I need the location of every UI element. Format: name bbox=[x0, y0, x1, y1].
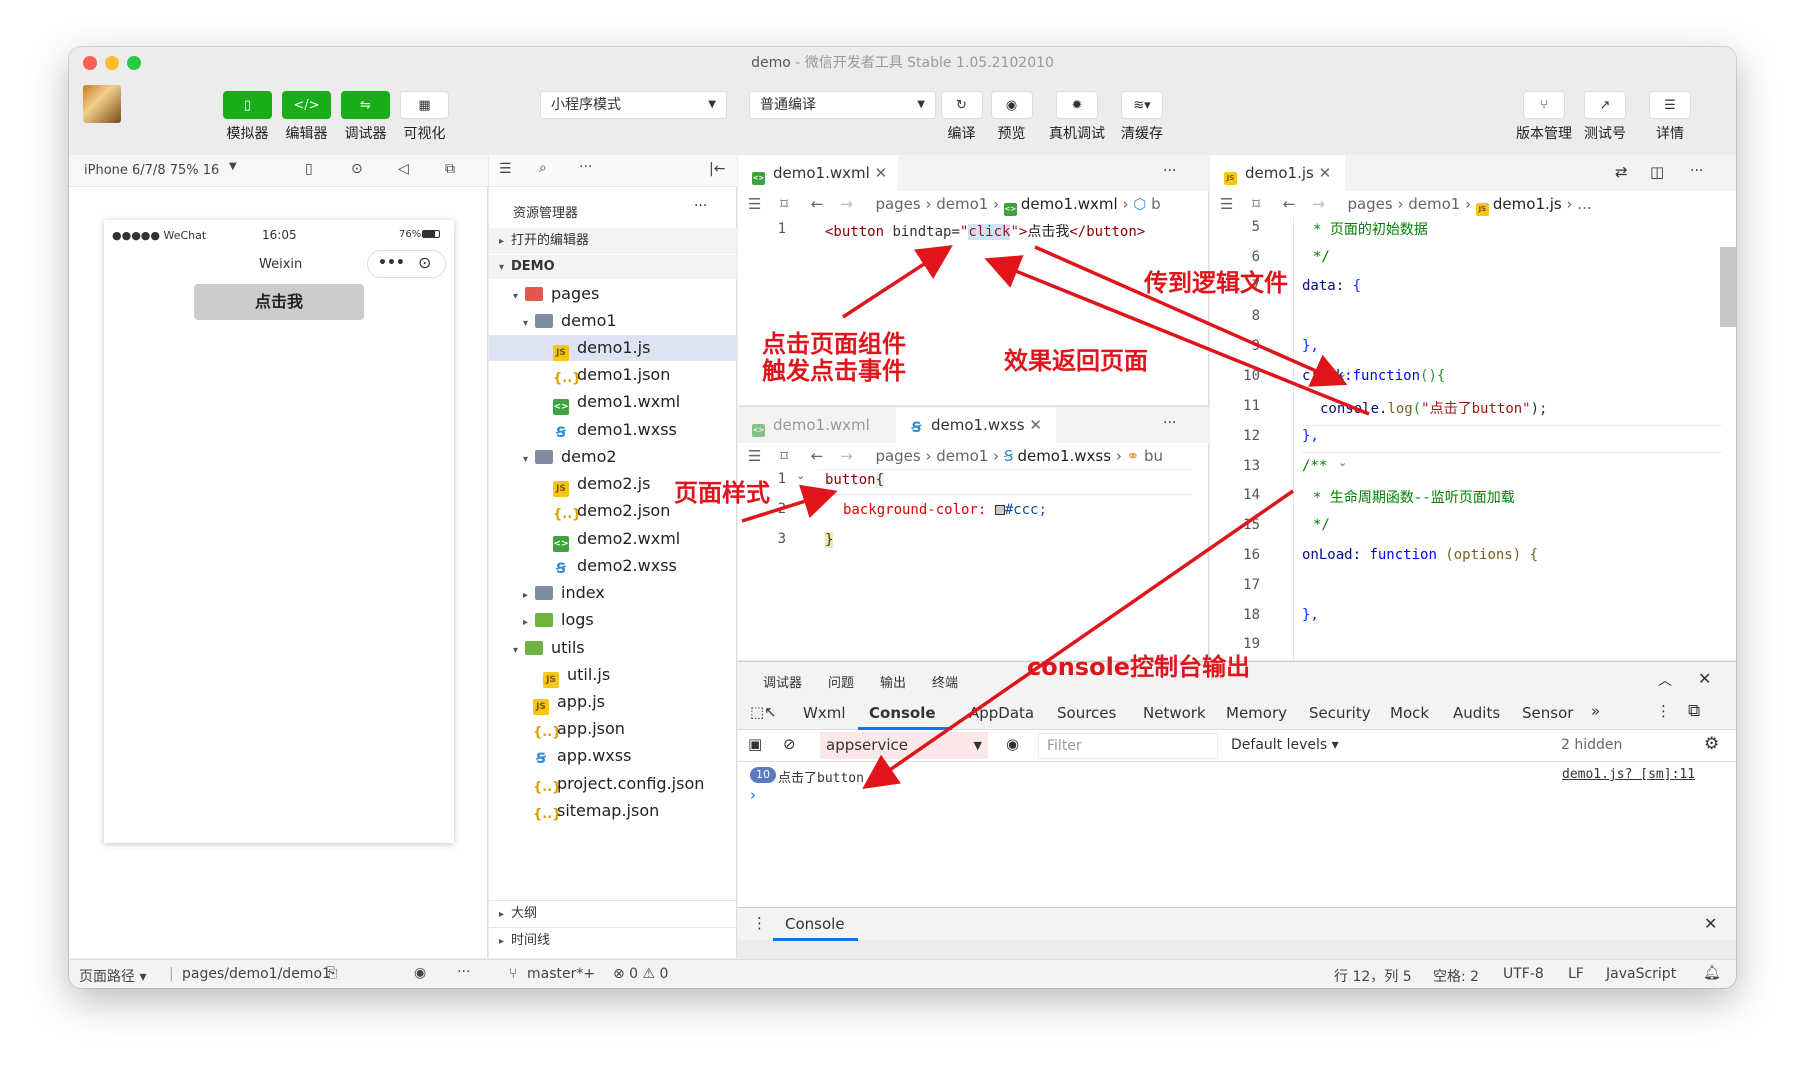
annotation-click-line2: 触发点击事件 bbox=[762, 357, 906, 385]
arrow-console-output bbox=[862, 489, 1294, 789]
annotation-to-logic: 传到逻辑文件 bbox=[1144, 269, 1288, 297]
app-window: demo - 微信开发者工具 Stable 1.05.2102010 ▯ 模拟器 … bbox=[69, 47, 1736, 988]
annotation-page-style: 页面样式 bbox=[674, 479, 770, 507]
annotation-arrows bbox=[741, 245, 1370, 789]
annotation-click-line1: 点击页面组件 bbox=[762, 330, 906, 358]
annotation-return-page: 效果返回页面 bbox=[1004, 347, 1148, 375]
arrow-click-component bbox=[842, 245, 953, 319]
annotation-console-output: console控制台输出 bbox=[1027, 653, 1251, 681]
